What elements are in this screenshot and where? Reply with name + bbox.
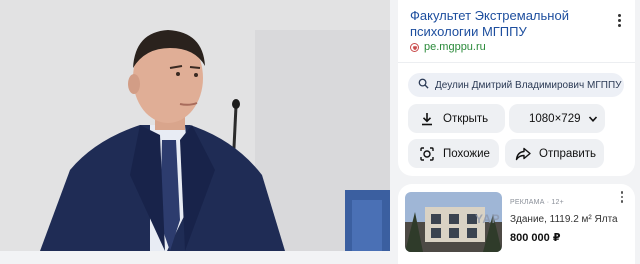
query-chip[interactable]: Деулин Дмитрий Владимирович МГППУ [408, 73, 624, 97]
divider [398, 62, 635, 63]
size-select-label: 1080×729 [529, 112, 581, 125]
photo-illustration [0, 0, 390, 251]
ad-more-icon[interactable] [615, 190, 629, 204]
more-icon[interactable] [609, 10, 629, 30]
ad-price: 800 000 ₽ [510, 232, 561, 244]
download-icon [420, 112, 434, 126]
site-favicon-icon [410, 42, 419, 52]
similar-button[interactable]: Похожие [408, 139, 499, 168]
ad-card[interactable]: РЕКЛАМА · 12+ Здание, 1119.2 м² Ялта 800… [398, 184, 635, 264]
result-panel: Факультет Экстремальной психологии МГППУ… [398, 0, 635, 176]
query-chip-label: Деулин Дмитрий Владимирович МГППУ [435, 79, 622, 91]
share-icon [515, 147, 531, 161]
lens-icon [419, 146, 435, 162]
ad-title[interactable]: Здание, 1119.2 м² Ялта [510, 214, 618, 225]
similar-button-label: Похожие [443, 147, 490, 160]
size-select[interactable]: 1080×729 [509, 104, 605, 133]
source-domain: pe.mgppu.ru [424, 41, 486, 53]
ad-label: РЕКЛАМА · 12+ [510, 199, 564, 206]
share-button[interactable]: Отправить [505, 139, 604, 168]
search-icon [418, 78, 429, 92]
result-title-link[interactable]: Факультет Экстремальной психологии МГППУ [410, 8, 585, 40]
chevron-down-icon [588, 114, 598, 124]
share-button-label: Отправить [539, 147, 597, 160]
watermark: YAP [475, 212, 501, 226]
image-preview[interactable] [0, 0, 390, 251]
open-button-label: Открыть [443, 112, 489, 125]
source-link[interactable]: pe.mgppu.ru [410, 41, 486, 53]
open-button[interactable]: Открыть [408, 104, 505, 133]
